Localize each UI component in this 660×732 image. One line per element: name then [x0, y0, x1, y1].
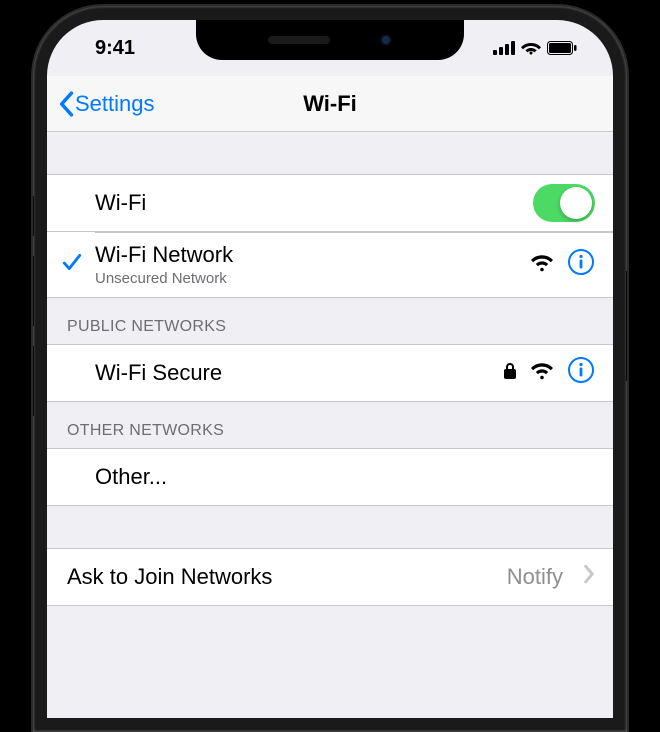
- lock-icon: [503, 360, 517, 386]
- back-button[interactable]: Settings: [57, 91, 155, 117]
- wifi-status-icon: [521, 41, 541, 55]
- wifi-toggle[interactable]: [533, 184, 595, 222]
- wifi-toggle-row: Wi-Fi: [47, 174, 613, 232]
- public-networks-header: PUBLIC NETWORKS: [47, 298, 613, 344]
- chevron-right-icon: [583, 564, 595, 590]
- info-icon[interactable]: [567, 248, 595, 282]
- status-time: 9:41: [81, 37, 135, 60]
- other-label: Other...: [95, 464, 595, 490]
- network-subtitle: Unsecured Network: [95, 270, 531, 287]
- wifi-signal-icon: [531, 360, 553, 386]
- screen: 9:41 Settings Wi-Fi: [47, 20, 613, 718]
- wifi-toggle-label: Wi-Fi: [95, 190, 533, 216]
- back-label: Settings: [75, 91, 155, 117]
- ask-to-join-row[interactable]: Ask to Join Networks Notify: [47, 548, 613, 606]
- other-networks-header: OTHER NETWORKS: [47, 402, 613, 448]
- network-name: Wi-Fi Secure: [95, 360, 503, 386]
- battery-icon: [547, 41, 577, 55]
- chevron-left-icon: [57, 91, 75, 117]
- ask-label: Ask to Join Networks: [67, 564, 507, 590]
- network-name: Wi-Fi Network: [95, 242, 531, 268]
- other-row[interactable]: Other...: [47, 448, 613, 506]
- info-icon[interactable]: [567, 356, 595, 390]
- checkmark-icon: [61, 251, 83, 279]
- connected-network-row[interactable]: Wi-Fi Network Unsecured Network: [47, 232, 613, 298]
- ask-value: Notify: [507, 564, 563, 590]
- wifi-signal-icon: [531, 252, 553, 278]
- phone-frame: 9:41 Settings Wi-Fi: [33, 6, 627, 732]
- nav-bar: Settings Wi-Fi: [47, 76, 613, 132]
- notch: [196, 20, 464, 60]
- public-network-row[interactable]: Wi-Fi Secure: [47, 344, 613, 402]
- cellular-icon: [493, 41, 515, 55]
